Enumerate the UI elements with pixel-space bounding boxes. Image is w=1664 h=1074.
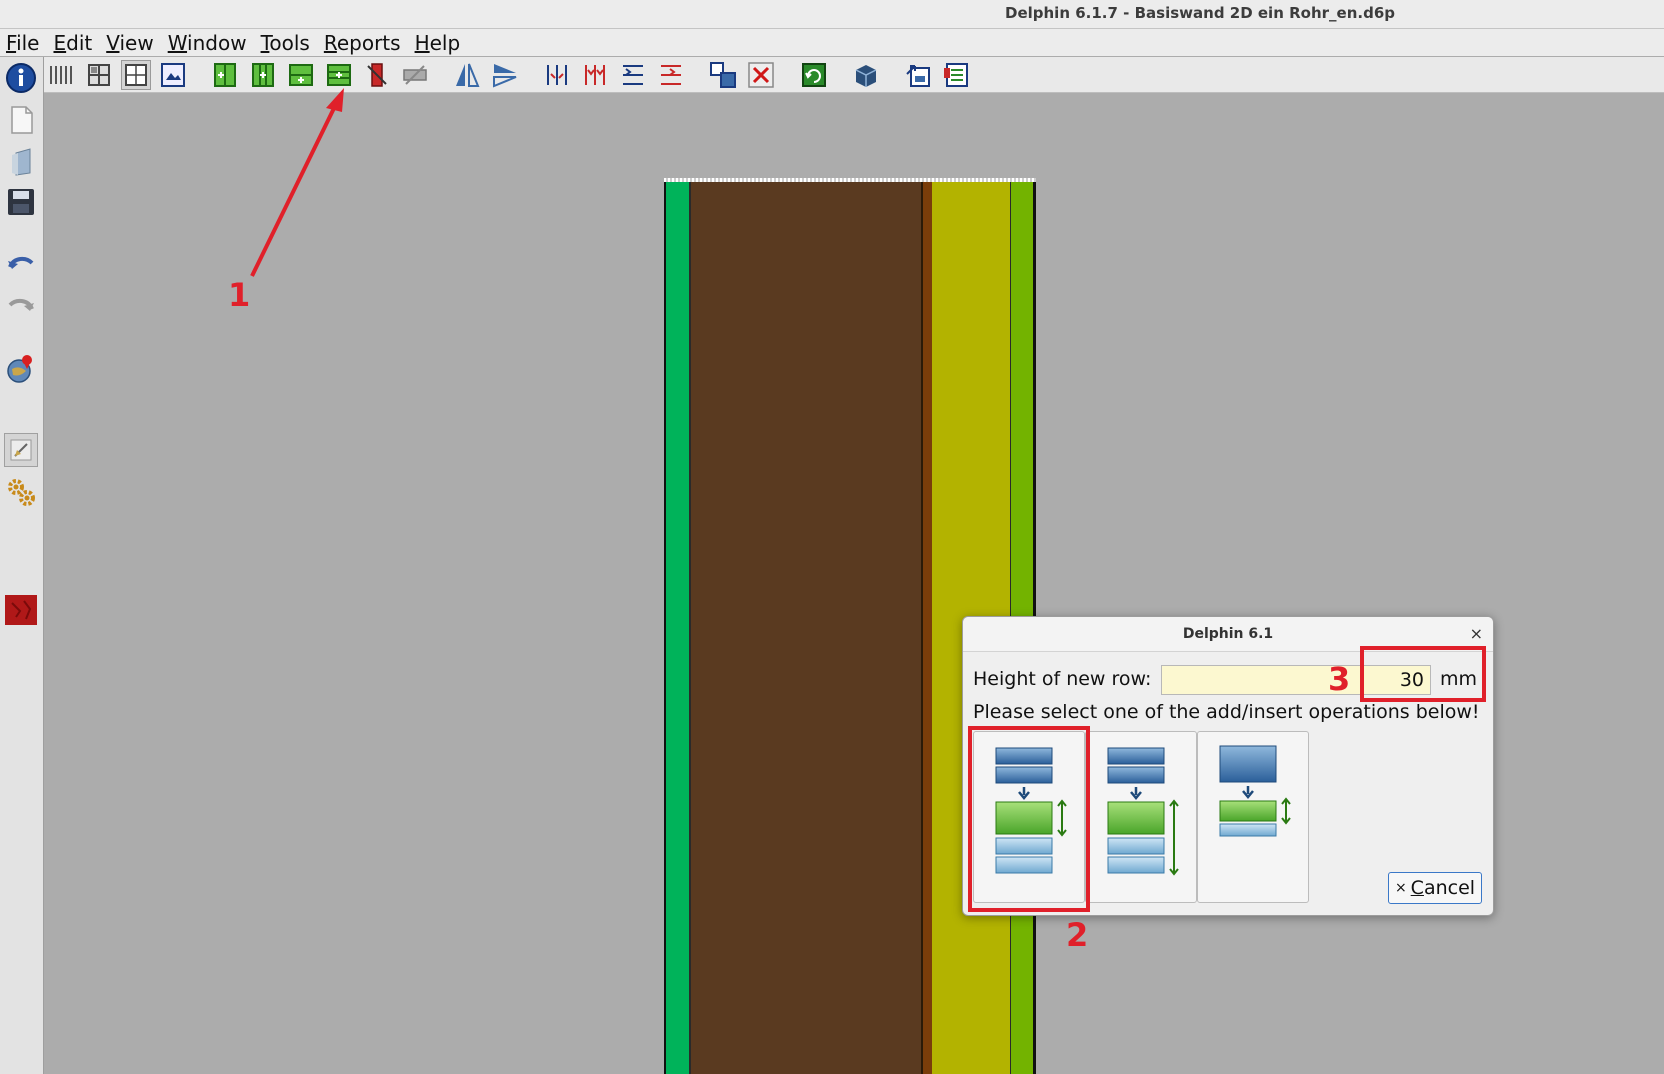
title-bar: Delphin 6.1.7 - Basiswand 2D ein Rohr_en… bbox=[0, 0, 1664, 29]
annotation-highlight-input bbox=[1360, 646, 1486, 702]
open-file-icon[interactable] bbox=[4, 145, 38, 179]
wall-layer-thin-brown[interactable] bbox=[923, 182, 932, 1074]
window-title: Delphin 6.1.7 - Basiswand 2D ein Rohr_en… bbox=[1005, 4, 1395, 22]
annotation-label-1: 1 bbox=[228, 276, 251, 314]
refresh-grid-icon[interactable] bbox=[799, 60, 829, 90]
globe-location-icon[interactable] bbox=[4, 351, 38, 385]
merge-rows-icon[interactable] bbox=[656, 60, 686, 90]
export-icon[interactable] bbox=[903, 60, 933, 90]
annotation-label-3: 3 bbox=[1328, 660, 1351, 698]
mirror-horizontal-icon[interactable] bbox=[452, 60, 482, 90]
new-file-icon[interactable] bbox=[4, 103, 38, 137]
add-row-full-height-button[interactable] bbox=[1085, 731, 1197, 903]
annotation-label-2: 2 bbox=[1066, 916, 1089, 954]
instruction-text: Please select one of the add/insert oper… bbox=[973, 701, 1480, 723]
wall-layer-green[interactable] bbox=[666, 182, 690, 1074]
add-row-full-height-icon bbox=[1107, 747, 1179, 876]
menu-file[interactable]: File bbox=[6, 31, 39, 55]
left-sidebar bbox=[0, 57, 44, 1074]
dialog-title: Delphin 6.1 bbox=[1182, 626, 1274, 642]
remove-material-icon[interactable] bbox=[746, 60, 776, 90]
menu-view[interactable]: View bbox=[106, 31, 153, 55]
menu-bar: File Edit View Window Tools Reports Help bbox=[0, 29, 1664, 56]
annotation-arrow bbox=[250, 88, 344, 277]
menu-edit[interactable]: Edit bbox=[53, 31, 92, 55]
assign-material-icon[interactable] bbox=[708, 60, 738, 90]
split-rows-icon[interactable] bbox=[618, 60, 648, 90]
grid-select-icon[interactable] bbox=[121, 60, 151, 90]
import-table-icon[interactable] bbox=[941, 60, 971, 90]
material-red-icon[interactable] bbox=[4, 593, 38, 627]
split-row-button[interactable] bbox=[1197, 731, 1309, 903]
save-icon[interactable] bbox=[4, 185, 38, 219]
menu-reports[interactable]: Reports bbox=[324, 31, 401, 55]
undo-icon[interactable] bbox=[4, 247, 38, 281]
height-label: Height of new row: bbox=[973, 668, 1152, 690]
cancel-button[interactable]: × Cancel bbox=[1388, 872, 1482, 904]
close-icon[interactable]: × bbox=[1470, 624, 1483, 643]
wall-top-edge bbox=[664, 178, 1036, 182]
delete-row-icon[interactable] bbox=[400, 60, 430, 90]
split-columns-icon[interactable] bbox=[542, 60, 572, 90]
image-view-icon[interactable] bbox=[158, 60, 188, 90]
menu-help[interactable]: Help bbox=[415, 31, 461, 55]
cancel-x-icon: × bbox=[1394, 880, 1407, 896]
mirror-vertical-icon[interactable] bbox=[490, 60, 520, 90]
vertical-grid-lines-icon[interactable] bbox=[46, 60, 76, 90]
merge-columns-icon[interactable] bbox=[580, 60, 610, 90]
edit-geometry-icon[interactable] bbox=[4, 433, 38, 467]
menu-window[interactable]: Window bbox=[168, 31, 247, 55]
split-row-icon bbox=[1219, 745, 1291, 837]
menu-tools[interactable]: Tools bbox=[261, 31, 310, 55]
grid-layout-icon[interactable] bbox=[84, 60, 114, 90]
3d-rotate-icon[interactable] bbox=[851, 60, 881, 90]
annotation-highlight-option bbox=[968, 726, 1090, 912]
info-icon[interactable] bbox=[4, 61, 38, 95]
settings-gears-icon[interactable] bbox=[4, 475, 38, 509]
redo-icon[interactable] bbox=[4, 289, 38, 323]
wall-layer-brown[interactable] bbox=[691, 182, 921, 1074]
